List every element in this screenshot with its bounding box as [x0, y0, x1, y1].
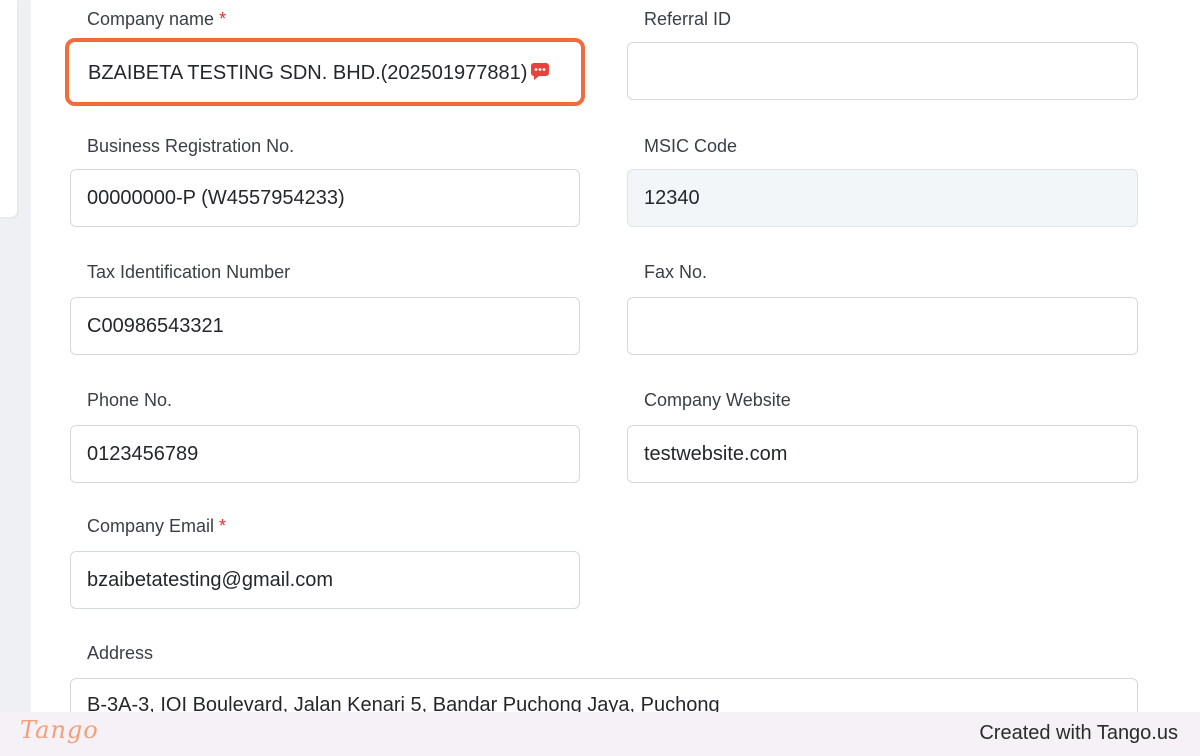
- business-registration-label: Business Registration No.: [87, 136, 295, 156]
- company-name-value: BZAIBETA TESTING SDN. BHD.(202501977881): [88, 62, 528, 84]
- website-input[interactable]: testwebsite.com: [627, 425, 1138, 483]
- tango-logo: Tango: [20, 716, 99, 744]
- required-mark: *: [219, 516, 227, 536]
- phone-label: Phone No.: [87, 390, 173, 410]
- chat-bubble-icon[interactable]: [531, 63, 549, 80]
- company-name-label: Company name *: [87, 9, 227, 29]
- company-email-input[interactable]: bzaibetatesting@gmail.com: [70, 551, 580, 609]
- referral-id-input[interactable]: [627, 42, 1138, 100]
- side-panel: [0, 0, 17, 217]
- company-email-label: Company Email *: [87, 516, 227, 536]
- business-registration-input[interactable]: 00000000-P (W4557954233): [70, 169, 580, 227]
- phone-input[interactable]: 0123456789: [70, 425, 580, 483]
- msic-code-label: MSIC Code: [644, 136, 738, 156]
- fax-label: Fax No.: [644, 262, 708, 282]
- tax-id-input[interactable]: C00986543321: [70, 297, 580, 355]
- created-with-text: Created with Tango.us: [979, 722, 1178, 744]
- website-label: Company Website: [644, 390, 791, 410]
- required-mark: *: [219, 9, 227, 29]
- address-label: Address: [87, 643, 154, 663]
- fax-input[interactable]: [627, 297, 1138, 355]
- msic-code-input[interactable]: 12340: [627, 169, 1138, 227]
- tax-id-label: Tax Identification Number: [87, 262, 291, 282]
- tango-footer: Tango Created with Tango.us: [0, 712, 1200, 756]
- referral-id-label: Referral ID: [644, 9, 732, 29]
- company-name-input[interactable]: BZAIBETA TESTING SDN. BHD.(202501977881): [65, 38, 585, 106]
